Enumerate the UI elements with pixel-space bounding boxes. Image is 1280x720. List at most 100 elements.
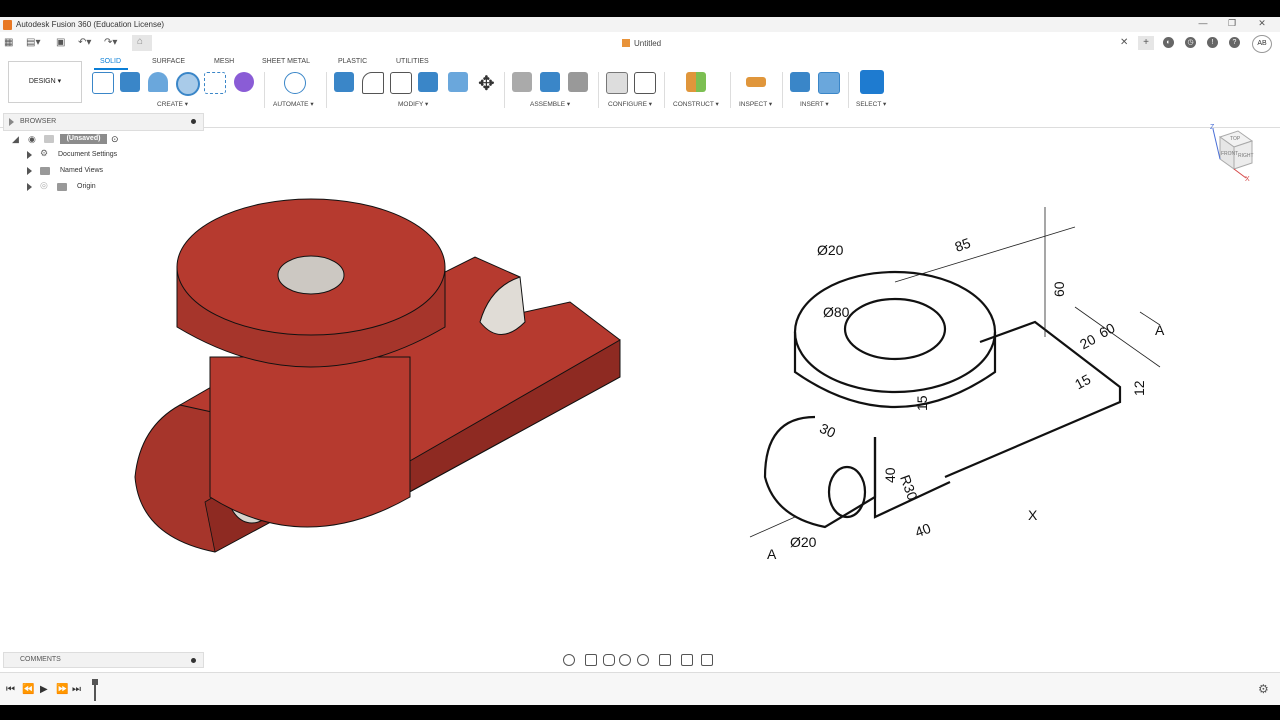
tree-item-document-settings[interactable]: Document Settings: [58, 151, 117, 158]
pan-icon[interactable]: [603, 654, 615, 666]
construct-menu[interactable]: CONSTRUCT ▾: [673, 100, 719, 108]
undo-icon[interactable]: ↶▾: [78, 36, 91, 50]
section-label: A: [767, 546, 777, 562]
job-status-icon[interactable]: ◷: [1185, 37, 1196, 48]
tab-plastic[interactable]: PLASTIC: [338, 58, 367, 65]
notifications-icon[interactable]: !: [1207, 37, 1218, 48]
expand-origin-icon[interactable]: [27, 183, 32, 191]
press-pull-icon[interactable]: [334, 72, 354, 92]
restore-icon[interactable]: ❐: [1222, 18, 1242, 29]
help-icon[interactable]: ?: [1229, 37, 1240, 48]
tab-surface[interactable]: SURFACE: [152, 58, 185, 65]
hidden-eye-icon[interactable]: ◎: [40, 180, 48, 191]
comments-title: COMMENTS: [20, 656, 61, 663]
split-body-icon[interactable]: [448, 72, 468, 92]
divider: [504, 72, 505, 108]
inspect-menu[interactable]: INSPECT ▾: [739, 100, 772, 108]
revolve-icon[interactable]: [148, 72, 168, 92]
go-to-start-icon[interactable]: ⏮: [6, 684, 15, 695]
document-tab-title[interactable]: Untitled: [634, 39, 661, 48]
modify-menu[interactable]: MODIFY ▾: [398, 100, 428, 108]
top-hole: [277, 255, 345, 295]
navigation-bar: [561, 651, 719, 667]
minimize-icon[interactable]: —: [1193, 18, 1213, 28]
dim-label: 60: [1096, 320, 1117, 342]
save-icon[interactable]: ▣: [56, 36, 65, 50]
expand-named-views-icon[interactable]: [27, 167, 32, 175]
display-settings-icon[interactable]: [659, 654, 671, 666]
tab-solid[interactable]: SOLID: [100, 58, 121, 65]
orbit-icon[interactable]: [563, 654, 575, 666]
step-forward-icon[interactable]: ⏩: [56, 684, 68, 695]
timeline-settings-gear-icon[interactable]: ⚙: [1258, 682, 1269, 696]
timeline-marker[interactable]: [92, 679, 98, 701]
drawing-flange-hole: [843, 297, 947, 361]
tab-sheet-metal[interactable]: SHEET METAL: [262, 58, 310, 65]
browser-panel-header[interactable]: BROWSER: [3, 113, 204, 131]
fillet-icon[interactable]: [362, 72, 384, 94]
tab-mesh[interactable]: MESH: [214, 58, 234, 65]
play-icon[interactable]: ▶: [40, 684, 48, 695]
configure-icon[interactable]: [606, 72, 628, 94]
user-avatar[interactable]: AB: [1252, 35, 1272, 53]
measure-icon[interactable]: [746, 77, 766, 87]
automate-menu[interactable]: AUTOMATE ▾: [273, 100, 314, 108]
joint-icon[interactable]: [512, 72, 532, 92]
create-menu[interactable]: CREATE ▾: [157, 100, 188, 108]
configuration-table-icon[interactable]: [634, 72, 656, 94]
app-grid-icon[interactable]: ▦: [4, 36, 13, 50]
viewports-icon[interactable]: [701, 654, 713, 666]
select-menu[interactable]: SELECT ▾: [856, 100, 886, 108]
home-icon: ⌂: [137, 36, 144, 47]
automate-icon[interactable]: [284, 72, 306, 94]
redo-icon[interactable]: ↷▾: [104, 36, 117, 50]
expand-document-settings-icon[interactable]: [27, 151, 32, 159]
go-to-end-icon[interactable]: ⏭: [72, 684, 81, 695]
activate-radio-icon[interactable]: ⊙: [111, 134, 119, 145]
comments-panel-header[interactable]: COMMENTS: [3, 652, 204, 668]
tab-utilities[interactable]: UTILITIES: [396, 58, 429, 65]
close-icon[interactable]: ✕: [1252, 18, 1272, 29]
zoom-icon[interactable]: [619, 654, 631, 666]
chamfer-icon[interactable]: [390, 72, 412, 94]
move-icon[interactable]: ✥: [478, 71, 495, 96]
root-component[interactable]: (Unsaved): [60, 134, 107, 144]
configure-menu[interactable]: CONFIGURE ▾: [608, 100, 652, 108]
tree-item-named-views[interactable]: Named Views: [60, 167, 103, 174]
tree-item-origin[interactable]: Origin: [77, 183, 96, 190]
expand-root-icon[interactable]: ◢: [12, 134, 19, 145]
shell-icon[interactable]: [418, 72, 438, 92]
new-component-icon[interactable]: [540, 72, 560, 92]
zoom-window-icon[interactable]: [637, 654, 649, 666]
step-back-icon[interactable]: ⏪: [22, 684, 34, 695]
visibility-eye-icon[interactable]: ◉: [28, 134, 36, 145]
create-sketch-icon[interactable]: [92, 72, 114, 94]
grid-snaps-icon[interactable]: [681, 654, 693, 666]
insert-menu[interactable]: INSERT ▾: [800, 100, 829, 108]
select-icon[interactable]: [860, 70, 884, 94]
create-form-icon[interactable]: [234, 72, 254, 92]
viewport-3d-model[interactable]: [120, 177, 630, 567]
new-tab-icon[interactable]: +: [1138, 36, 1154, 50]
pin-icon[interactable]: [191, 119, 196, 124]
home-button[interactable]: ⌂: [132, 35, 152, 51]
browser-title: BROWSER: [20, 118, 57, 125]
rectangular-pattern-icon[interactable]: [204, 72, 226, 94]
collapse-icon[interactable]: [9, 118, 14, 126]
comments-pin-icon[interactable]: [191, 658, 196, 663]
workspace-switcher[interactable]: DESIGN ▾: [8, 61, 82, 103]
assemble-menu[interactable]: ASSEMBLE ▾: [530, 100, 570, 108]
divider: [598, 72, 599, 108]
drawing-flange-top: [793, 270, 997, 394]
look-at-icon[interactable]: [585, 654, 597, 666]
viewcube[interactable]: TOP FRONT RIGHT Z X: [1208, 123, 1258, 183]
extensions-icon[interactable]: ◐: [1163, 37, 1174, 48]
as-built-joint-icon[interactable]: [568, 72, 588, 92]
offset-plane-icon[interactable]: [686, 72, 706, 92]
insert-derive-icon[interactable]: [790, 72, 810, 92]
extrude-icon[interactable]: [120, 72, 140, 92]
hole-icon[interactable]: [176, 72, 200, 96]
close-tab-icon[interactable]: ✕: [1120, 36, 1128, 50]
insert-image-icon[interactable]: [818, 72, 840, 94]
file-menu-icon[interactable]: ▤▾: [26, 36, 40, 50]
